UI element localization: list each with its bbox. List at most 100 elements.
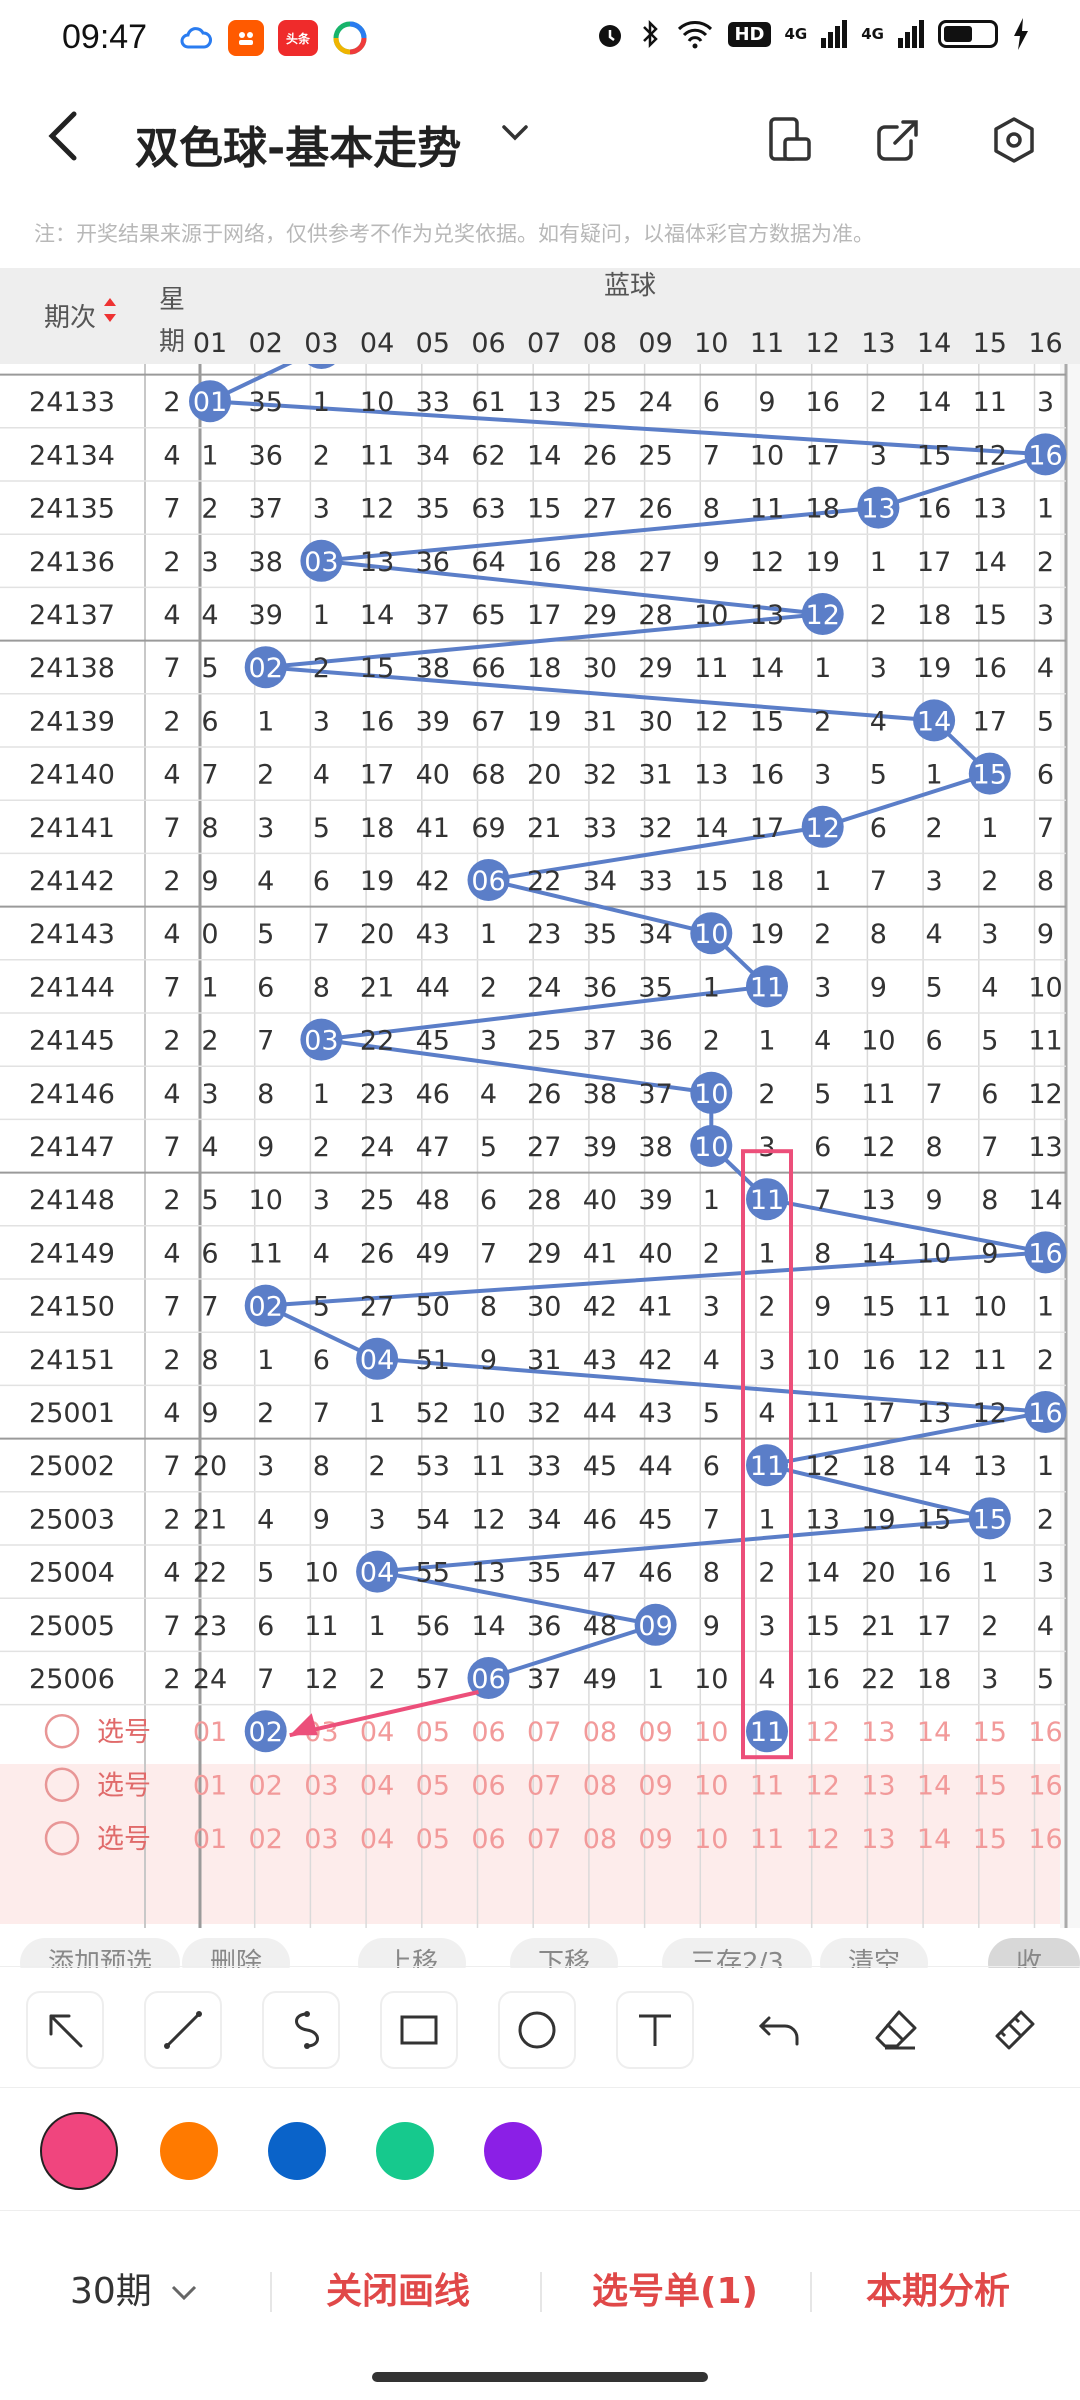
chevron-down-icon[interactable] — [500, 116, 530, 156]
pick-number[interactable]: 01 — [193, 1717, 227, 1748]
share-icon[interactable] — [868, 110, 928, 170]
color-swatch[interactable] — [40, 2112, 118, 2190]
line-tool-icon[interactable] — [144, 1991, 222, 2069]
pick-number[interactable]: 08 — [583, 1824, 617, 1855]
pick-number[interactable]: 10 — [694, 1771, 728, 1802]
screen-orientation-icon[interactable] — [760, 110, 820, 170]
pick-number[interactable]: 05 — [416, 1771, 450, 1802]
color-swatch[interactable] — [376, 2122, 434, 2180]
pick-number[interactable]: 14 — [917, 1771, 951, 1802]
settings-icon[interactable] — [984, 110, 1044, 170]
clear-all-icon[interactable] — [976, 1991, 1054, 2069]
pick-number[interactable]: 11 — [750, 1824, 784, 1855]
pick-number[interactable]: 15 — [973, 1824, 1007, 1855]
pick-number[interactable]: 03 — [304, 1771, 338, 1802]
pick-number[interactable]: 14 — [917, 1717, 951, 1748]
pick-number[interactable]: 06 — [471, 1771, 505, 1802]
pick-number[interactable]: 14 — [917, 1824, 951, 1855]
pick-number[interactable]: 09 — [638, 1717, 672, 1748]
pick-number[interactable]: 04 — [360, 1771, 394, 1802]
rect-tool-icon[interactable] — [380, 1991, 458, 2069]
pick-number[interactable]: 02 — [249, 1771, 283, 1802]
pick-number[interactable]: 15 — [973, 1771, 1007, 1802]
quick-action-chip[interactable]: 收起 — [988, 1938, 1080, 1968]
pick-number[interactable]: 16 — [1028, 1717, 1062, 1748]
pick-radio[interactable] — [44, 1713, 80, 1749]
omission-cell: 3 — [369, 1504, 386, 1535]
quick-action-chip[interactable]: 下移 — [510, 1938, 619, 1968]
pick-number[interactable]: 06 — [471, 1717, 505, 1748]
pick-number[interactable]: 05 — [416, 1824, 450, 1855]
color-swatch[interactable] — [160, 2122, 218, 2180]
pick-number[interactable]: 15 — [973, 1717, 1007, 1748]
pick-number[interactable]: 16 — [1028, 1824, 1062, 1855]
close-lines-button[interactable]: 关闭画线 — [326, 2262, 470, 2314]
curve-tool-icon[interactable] — [262, 1991, 340, 2069]
pick-label[interactable]: 选号 — [97, 1824, 151, 1855]
week-cell: 4 — [163, 1238, 180, 1269]
circle-tool-icon[interactable] — [498, 1991, 576, 2069]
omission-cell: 4 — [313, 1238, 330, 1269]
omission-cell: 15 — [917, 440, 951, 471]
pick-number[interactable]: 04 — [360, 1824, 394, 1855]
undo-icon[interactable] — [740, 1991, 818, 2069]
quick-action-chip[interactable]: 添加预选 — [20, 1938, 181, 1968]
pick-radio[interactable] — [44, 1767, 80, 1802]
arrow-tool-icon[interactable] — [26, 1991, 104, 2069]
omission-cell: 18 — [917, 600, 951, 631]
pick-number[interactable]: 10 — [694, 1717, 728, 1748]
pick-number[interactable]: 08 — [583, 1771, 617, 1802]
pick-number[interactable]: 12 — [806, 1824, 840, 1855]
pick-number[interactable]: 07 — [527, 1824, 561, 1855]
pick-number[interactable]: 10 — [694, 1824, 728, 1855]
pick-number[interactable]: 07 — [527, 1771, 561, 1802]
omission-cell: 5 — [480, 1132, 497, 1163]
period-select[interactable]: 30期 — [70, 2262, 199, 2314]
omission-cell: 18 — [750, 866, 784, 897]
eraser-icon[interactable] — [858, 1991, 936, 2069]
page-title[interactable]: 双色球-基本走势 — [135, 112, 461, 176]
pick-number[interactable]: 03 — [304, 1824, 338, 1855]
trend-chart[interactable]: 2413273349326012242358151131022413323511… — [0, 268, 1080, 1928]
color-swatch[interactable] — [268, 2122, 326, 2180]
omission-cell: 24 — [527, 972, 561, 1003]
pick-number[interactable]: 08 — [583, 1717, 617, 1748]
pick-number[interactable]: 05 — [416, 1717, 450, 1748]
pick-number[interactable]: 16 — [1028, 1771, 1062, 1802]
analysis-button[interactable]: 本期分析 — [866, 2262, 1010, 2314]
quick-action-chip[interactable]: 删除 — [182, 1938, 291, 1968]
omission-cell: 1 — [369, 1611, 386, 1642]
pick-number[interactable]: 02 — [249, 1824, 283, 1855]
pick-label[interactable]: 选号 — [97, 1717, 151, 1748]
quick-action-chip[interactable]: 清空 — [820, 1938, 929, 1968]
quick-action-chip[interactable]: 三存2/3 — [662, 1938, 812, 1968]
pick-number[interactable]: 09 — [638, 1824, 672, 1855]
pick-number[interactable]: 12 — [806, 1717, 840, 1748]
pick-number[interactable]: 06 — [471, 1824, 505, 1855]
pick-number[interactable]: 09 — [638, 1771, 672, 1802]
pick-number[interactable]: 13 — [861, 1717, 895, 1748]
selected-ball-number[interactable]: 11 — [750, 1717, 784, 1748]
pick-number[interactable]: 13 — [861, 1771, 895, 1802]
pick-number[interactable]: 12 — [806, 1771, 840, 1802]
quick-action-chip[interactable]: 上移 — [358, 1938, 467, 1968]
pick-number[interactable]: 13 — [861, 1824, 895, 1855]
ticket-button[interactable]: 选号单(1) — [592, 2262, 758, 2314]
pick-label[interactable]: 选号 — [97, 1771, 151, 1802]
hit-ball-number: 16 — [1028, 1238, 1062, 1269]
pick-number[interactable]: 01 — [193, 1771, 227, 1802]
color-swatch[interactable] — [484, 2122, 542, 2180]
home-indicator[interactable] — [372, 2372, 708, 2382]
period-cell: 24137 — [29, 600, 115, 631]
period-header[interactable]: 期次 — [44, 303, 96, 333]
omission-cell: 17 — [527, 600, 561, 631]
pick-number[interactable]: 07 — [527, 1717, 561, 1748]
text-tool-icon[interactable] — [616, 1991, 694, 2069]
pick-radio[interactable] — [44, 1820, 80, 1856]
pick-number[interactable]: 04 — [360, 1717, 394, 1748]
pick-number[interactable]: 01 — [193, 1824, 227, 1855]
back-icon[interactable] — [44, 108, 84, 174]
period-cell: 24151 — [29, 1345, 115, 1376]
selected-ball-number[interactable]: 02 — [249, 1717, 283, 1748]
pick-number[interactable]: 11 — [750, 1771, 784, 1802]
